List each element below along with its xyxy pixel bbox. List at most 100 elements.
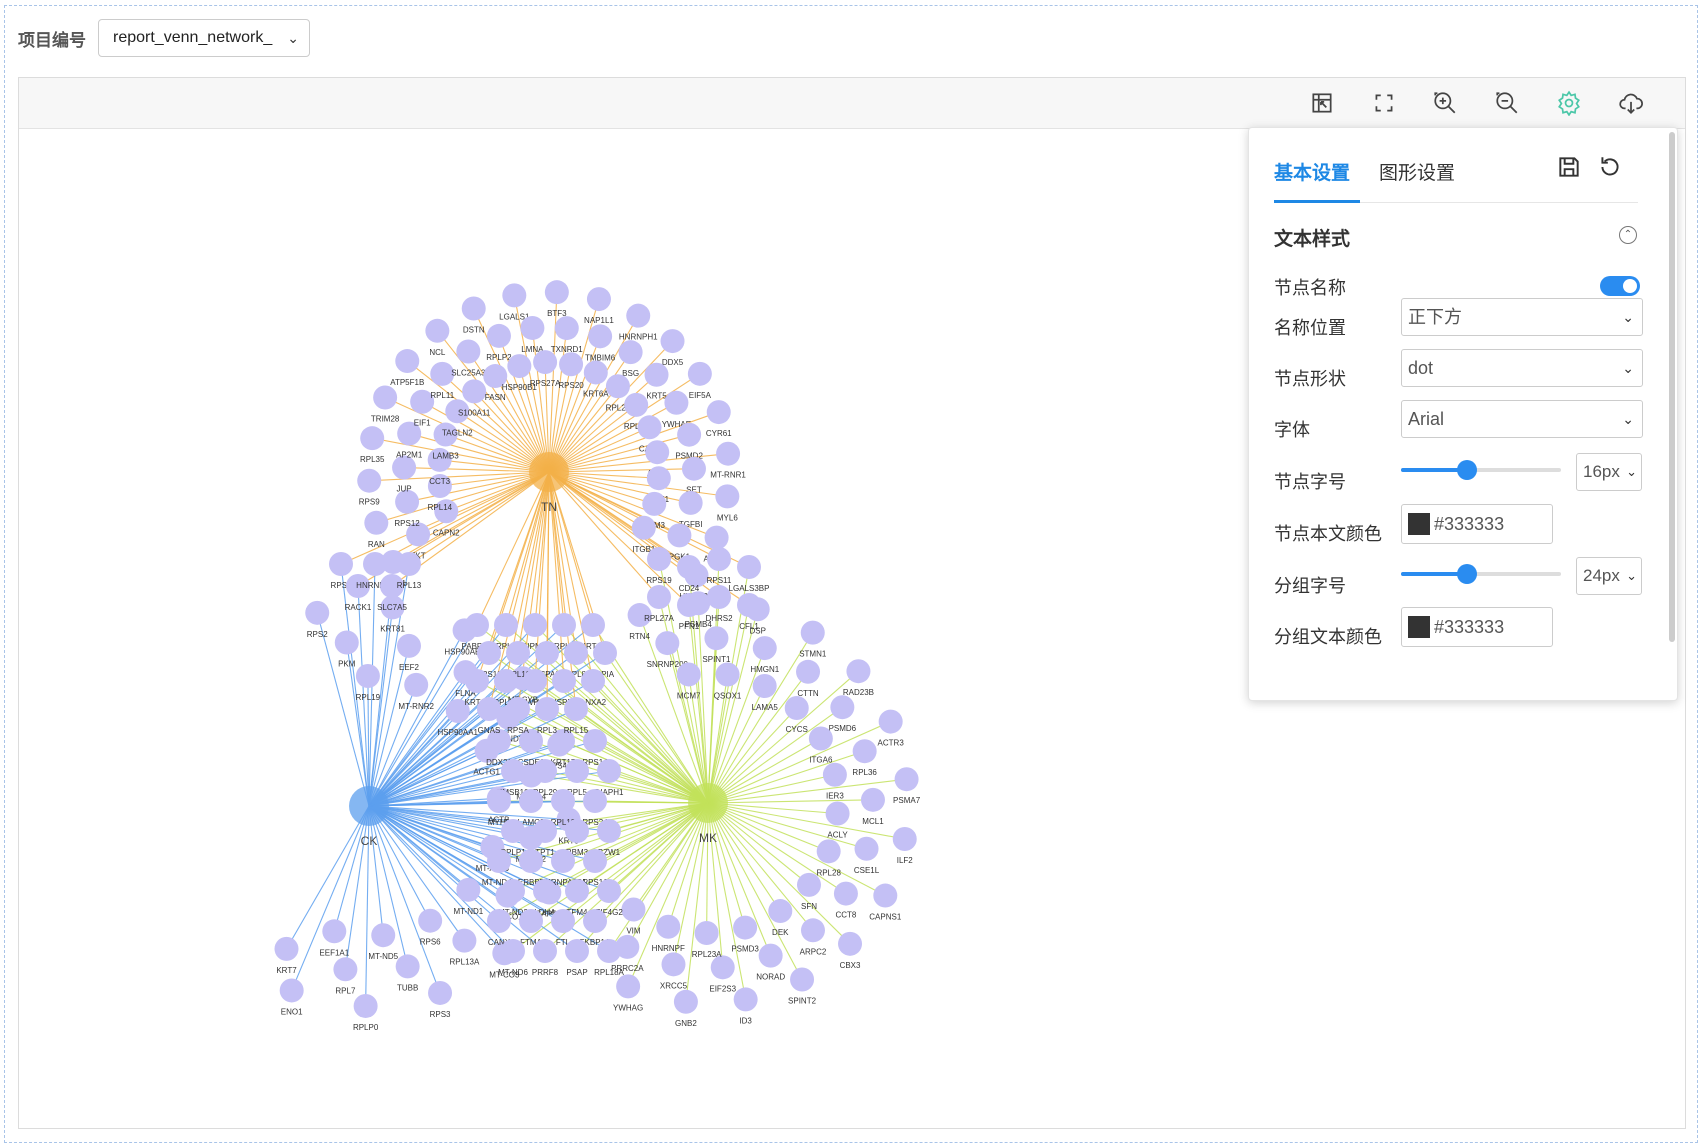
gene-node[interactable] bbox=[758, 943, 783, 968]
gene-node[interactable] bbox=[644, 362, 669, 387]
gene-node[interactable] bbox=[588, 324, 613, 349]
gene-node[interactable] bbox=[274, 936, 299, 961]
gene-node[interactable] bbox=[533, 879, 557, 903]
gene-node[interactable] bbox=[462, 379, 487, 404]
gene-node[interactable] bbox=[800, 620, 825, 645]
gene-node[interactable] bbox=[583, 909, 607, 933]
gene-node[interactable] bbox=[535, 641, 559, 665]
gene-node[interactable] bbox=[733, 915, 758, 940]
gene-node[interactable] bbox=[565, 939, 589, 963]
gene-node[interactable] bbox=[707, 547, 731, 571]
gene-node[interactable] bbox=[716, 441, 741, 466]
gene-node[interactable] bbox=[581, 669, 605, 693]
hub-node-ck[interactable] bbox=[349, 786, 389, 826]
gene-node[interactable] bbox=[564, 641, 588, 665]
gene-node[interactable] bbox=[860, 787, 885, 812]
gene-node[interactable] bbox=[677, 422, 702, 447]
gene-node[interactable] bbox=[854, 836, 879, 861]
gene-node[interactable] bbox=[353, 993, 378, 1018]
gene-node[interactable] bbox=[637, 415, 662, 440]
gene-node[interactable] bbox=[894, 767, 919, 792]
gene-node[interactable] bbox=[506, 697, 530, 721]
gene-node[interactable] bbox=[395, 349, 420, 374]
gene-node[interactable] bbox=[790, 967, 815, 992]
gene-node[interactable] bbox=[737, 593, 761, 617]
reset-icon[interactable] bbox=[1597, 154, 1623, 180]
name-position-select[interactable]: 正下方 ⌄ bbox=[1401, 298, 1643, 336]
gene-node[interactable] bbox=[597, 939, 621, 963]
gene-node[interactable] bbox=[822, 762, 847, 787]
gene-node[interactable] bbox=[425, 318, 450, 343]
gene-node[interactable] bbox=[397, 633, 422, 658]
slider-knob[interactable] bbox=[1456, 460, 1477, 480]
gene-node[interactable] bbox=[681, 456, 706, 481]
gene-node[interactable] bbox=[279, 978, 304, 1003]
gene-node[interactable] bbox=[597, 819, 621, 843]
gene-node[interactable] bbox=[631, 515, 656, 540]
gene-node[interactable] bbox=[676, 662, 701, 687]
gene-node[interactable] bbox=[830, 695, 855, 720]
settings-gear-icon[interactable] bbox=[1556, 90, 1582, 117]
gene-node[interactable] bbox=[456, 877, 481, 902]
gene-node[interactable] bbox=[465, 613, 489, 637]
gene-node[interactable] bbox=[768, 899, 793, 924]
gene-node[interactable] bbox=[878, 709, 903, 734]
gene-node[interactable] bbox=[551, 849, 575, 873]
fullscreen-icon[interactable] bbox=[1371, 90, 1397, 116]
gene-node[interactable] bbox=[418, 908, 443, 933]
gene-node[interactable] bbox=[501, 879, 525, 903]
gene-node[interactable] bbox=[507, 354, 532, 379]
gene-node[interactable] bbox=[645, 440, 670, 465]
gene-node[interactable] bbox=[624, 392, 649, 417]
tab-basic-settings[interactable]: 基本设置 bbox=[1274, 158, 1350, 185]
gene-node[interactable] bbox=[737, 555, 761, 579]
cloud-download-icon[interactable] bbox=[1618, 90, 1644, 116]
gene-node[interactable] bbox=[664, 390, 689, 415]
gene-node[interactable] bbox=[846, 659, 871, 684]
gene-node[interactable] bbox=[363, 552, 387, 576]
restore-icon[interactable] bbox=[1309, 90, 1335, 116]
gene-node[interactable] bbox=[477, 697, 501, 721]
gene-node[interactable] bbox=[583, 789, 607, 813]
gene-node[interactable] bbox=[477, 641, 501, 665]
gene-node[interactable] bbox=[357, 468, 382, 493]
zoom-out-icon[interactable] bbox=[1494, 90, 1520, 116]
gene-node[interactable] bbox=[642, 491, 667, 516]
gene-node[interactable] bbox=[535, 697, 559, 721]
gene-node[interactable] bbox=[733, 987, 758, 1012]
font-select[interactable]: Arial ⌄ bbox=[1401, 400, 1643, 438]
gene-node[interactable] bbox=[360, 426, 385, 451]
gene-node[interactable] bbox=[551, 909, 575, 933]
gene-node[interactable] bbox=[456, 339, 481, 364]
gene-node[interactable] bbox=[373, 385, 398, 410]
gene-node[interactable] bbox=[796, 659, 821, 684]
gene-node[interactable] bbox=[552, 669, 576, 693]
save-icon[interactable] bbox=[1556, 154, 1582, 180]
gene-node[interactable] bbox=[661, 952, 686, 977]
gene-node[interactable] bbox=[371, 923, 396, 948]
gene-node[interactable] bbox=[646, 466, 671, 491]
gene-node[interactable] bbox=[852, 739, 877, 764]
gene-node[interactable] bbox=[583, 849, 607, 873]
gene-node[interactable] bbox=[647, 547, 671, 571]
gene-node[interactable] bbox=[715, 484, 740, 509]
gene-node[interactable] bbox=[825, 801, 850, 826]
gene-node[interactable] bbox=[687, 361, 712, 386]
gene-node[interactable] bbox=[796, 872, 821, 897]
gene-node[interactable] bbox=[677, 555, 701, 579]
gene-node[interactable] bbox=[784, 695, 809, 720]
gene-node[interactable] bbox=[533, 939, 557, 963]
hub-node-mk[interactable] bbox=[688, 783, 728, 823]
gene-node[interactable] bbox=[523, 613, 547, 637]
gene-node[interactable] bbox=[564, 697, 588, 721]
color-swatch[interactable] bbox=[1408, 513, 1430, 535]
gene-node[interactable] bbox=[559, 352, 584, 377]
collapse-icon[interactable]: ⌃ bbox=[1619, 226, 1637, 244]
gene-node[interactable] bbox=[752, 674, 777, 699]
gene-node[interactable] bbox=[554, 316, 579, 341]
color-swatch[interactable] bbox=[1408, 616, 1430, 638]
node-shape-select[interactable]: dot ⌄ bbox=[1401, 349, 1643, 387]
gene-node[interactable] bbox=[706, 400, 731, 425]
group-font-size-slider[interactable] bbox=[1401, 564, 1561, 584]
gene-node[interactable] bbox=[461, 296, 486, 321]
